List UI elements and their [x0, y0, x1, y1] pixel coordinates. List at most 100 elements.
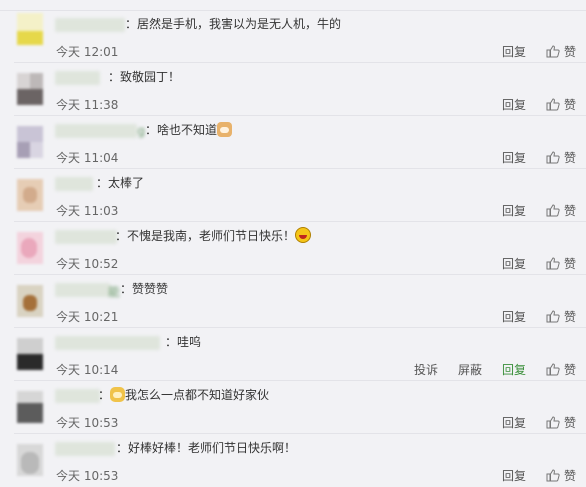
avatar[interactable] — [17, 391, 43, 423]
dog-emoji-icon — [110, 387, 126, 402]
like-label: 赞 — [563, 310, 576, 324]
commenter-name[interactable]: 能 — [55, 283, 120, 299]
comment-item: ：哇呜 今天 10:14 投诉 屏蔽 回复 赞 — [0, 328, 586, 381]
like-button[interactable]: 赞 — [546, 467, 576, 484]
comment-text: ：好棒好棒！老师们节日快乐啊！ — [116, 439, 296, 456]
reply-button[interactable]: 回复 — [502, 361, 526, 378]
like-button[interactable]: 赞 — [546, 202, 576, 219]
comment-text: ： 我怎么一点都不知道好家伙 — [98, 386, 269, 403]
like-button[interactable]: 赞 — [546, 43, 576, 60]
comment-text-main: ：太棒了 — [96, 176, 145, 190]
thumbs-up-icon — [546, 363, 560, 376]
like-button[interactable]: 赞 — [546, 361, 576, 378]
like-button[interactable]: 赞 — [546, 96, 576, 113]
reply-button[interactable]: 回复 — [502, 308, 526, 325]
comment-time: 今天 11:04 — [56, 151, 119, 165]
comment-time: 今天 10:14 — [56, 363, 119, 377]
reply-button[interactable]: 回复 — [502, 43, 526, 60]
comment-time: 今天 12:01 — [56, 45, 119, 59]
comment-text-main: ：赞赞赞 — [120, 282, 169, 296]
comment-actions: 回复 赞 — [490, 43, 576, 60]
commenter-name[interactable] — [55, 71, 100, 85]
like-label: 赞 — [563, 204, 576, 218]
comment-actions: 回复 赞 — [490, 149, 576, 166]
commenter-name-tail: g — [137, 124, 145, 138]
like-label: 赞 — [563, 45, 576, 59]
like-label: 赞 — [563, 151, 576, 165]
thumbs-up-icon — [546, 310, 560, 323]
like-button[interactable]: 赞 — [546, 149, 576, 166]
like-label: 赞 — [563, 363, 576, 377]
comment-actions: 投诉 屏蔽 回复 赞 — [402, 361, 576, 378]
comment-text-main: ：好棒好棒！老师们节日快乐啊！ — [116, 441, 297, 455]
comment-actions: 回复 赞 — [490, 255, 576, 272]
comment-time: 今天 10:53 — [56, 416, 119, 430]
thumbs-up-icon — [546, 204, 560, 217]
thumbs-up-icon — [546, 45, 560, 58]
comment-text: ：不愧是我南，老师们节日快乐！ — [115, 227, 312, 244]
comment-actions: 回复 赞 — [490, 414, 576, 431]
comment-actions: 回复 赞 — [490, 202, 576, 219]
thumbs-up-icon — [546, 151, 560, 164]
laugh-emoji-icon — [295, 227, 312, 243]
commenter-name[interactable] — [55, 18, 125, 32]
commenter-name[interactable] — [55, 230, 117, 244]
comment-text-main: ： — [98, 388, 111, 402]
commenter-name[interactable] — [55, 336, 160, 350]
like-button[interactable]: 赞 — [546, 414, 576, 431]
comment-item: ：致敬园丁！ 今天 11:38 回复 赞 — [0, 63, 586, 116]
comment-actions: 回复 赞 — [490, 308, 576, 325]
comment-time: 今天 10:52 — [56, 257, 119, 271]
thumbs-up-icon — [546, 469, 560, 482]
reply-button[interactable]: 回复 — [502, 414, 526, 431]
comment-text: ：赞赞赞 — [120, 280, 168, 297]
reply-button[interactable]: 回复 — [502, 467, 526, 484]
avatar[interactable] — [17, 338, 43, 370]
comment-text-main: ：哇呜 — [165, 335, 202, 349]
comment-actions: 回复 赞 — [490, 467, 576, 484]
avatar[interactable] — [17, 126, 43, 158]
comment-text-main: ：不愧是我南，老师们节日快乐！ — [115, 229, 296, 243]
comment-time: 今天 10:21 — [56, 310, 119, 324]
comment-time: 今天 11:03 — [56, 204, 119, 218]
avatar[interactable] — [17, 285, 43, 317]
reply-button[interactable]: 回复 — [502, 255, 526, 272]
comment-item: ：不愧是我南，老师们节日快乐！ 今天 10:52 回复 赞 — [0, 222, 586, 275]
like-label: 赞 — [563, 416, 576, 430]
commenter-name[interactable] — [55, 177, 93, 191]
comment-time: 今天 11:38 — [56, 98, 119, 112]
comment-text: ：哇呜 — [165, 333, 201, 350]
comment-item: ：好棒好棒！老师们节日快乐啊！ 今天 10:53 回复 赞 — [0, 434, 586, 487]
comment-item: ： 我怎么一点都不知道好家伙 今天 10:53 回复 赞 — [0, 381, 586, 434]
like-button[interactable]: 赞 — [546, 255, 576, 272]
comment-item: ：居然是手机，我害以为是无人机，牛的 今天 12:01 回复 赞 — [0, 10, 586, 63]
cat-emoji-icon — [217, 122, 233, 137]
comment-text: ：致敬园丁！ — [108, 68, 180, 85]
commenter-name[interactable] — [55, 389, 100, 403]
like-label: 赞 — [563, 98, 576, 112]
thumbs-up-icon — [546, 98, 560, 111]
avatar[interactable] — [17, 232, 43, 264]
avatar[interactable] — [17, 444, 43, 476]
avatar[interactable] — [17, 13, 43, 45]
commenter-name-tail: 能 — [107, 285, 120, 299]
like-label: 赞 — [563, 469, 576, 483]
block-button[interactable]: 屏蔽 — [458, 361, 482, 378]
thumbs-up-icon — [546, 257, 560, 270]
comment-item: 能 ：赞赞赞 今天 10:21 回复 赞 — [0, 275, 586, 328]
comment-text-after: 我怎么一点都不知道好家伙 — [125, 388, 270, 402]
commenter-name[interactable]: g — [55, 124, 145, 138]
reply-button[interactable]: 回复 — [502, 202, 526, 219]
avatar[interactable] — [17, 179, 43, 211]
thumbs-up-icon — [546, 416, 560, 429]
reply-button[interactable]: 回复 — [502, 96, 526, 113]
comment-text-main: ：居然是手机，我害以为是无人机，牛的 — [125, 17, 342, 31]
reply-button[interactable]: 回复 — [502, 149, 526, 166]
comment-text: ：啥也不知道 — [145, 121, 233, 138]
commenter-name[interactable] — [55, 442, 115, 456]
avatar[interactable] — [17, 73, 43, 105]
comment-text: ：太棒了 — [96, 174, 144, 191]
like-button[interactable]: 赞 — [546, 308, 576, 325]
comment-actions: 回复 赞 — [490, 96, 576, 113]
report-button[interactable]: 投诉 — [414, 361, 438, 378]
